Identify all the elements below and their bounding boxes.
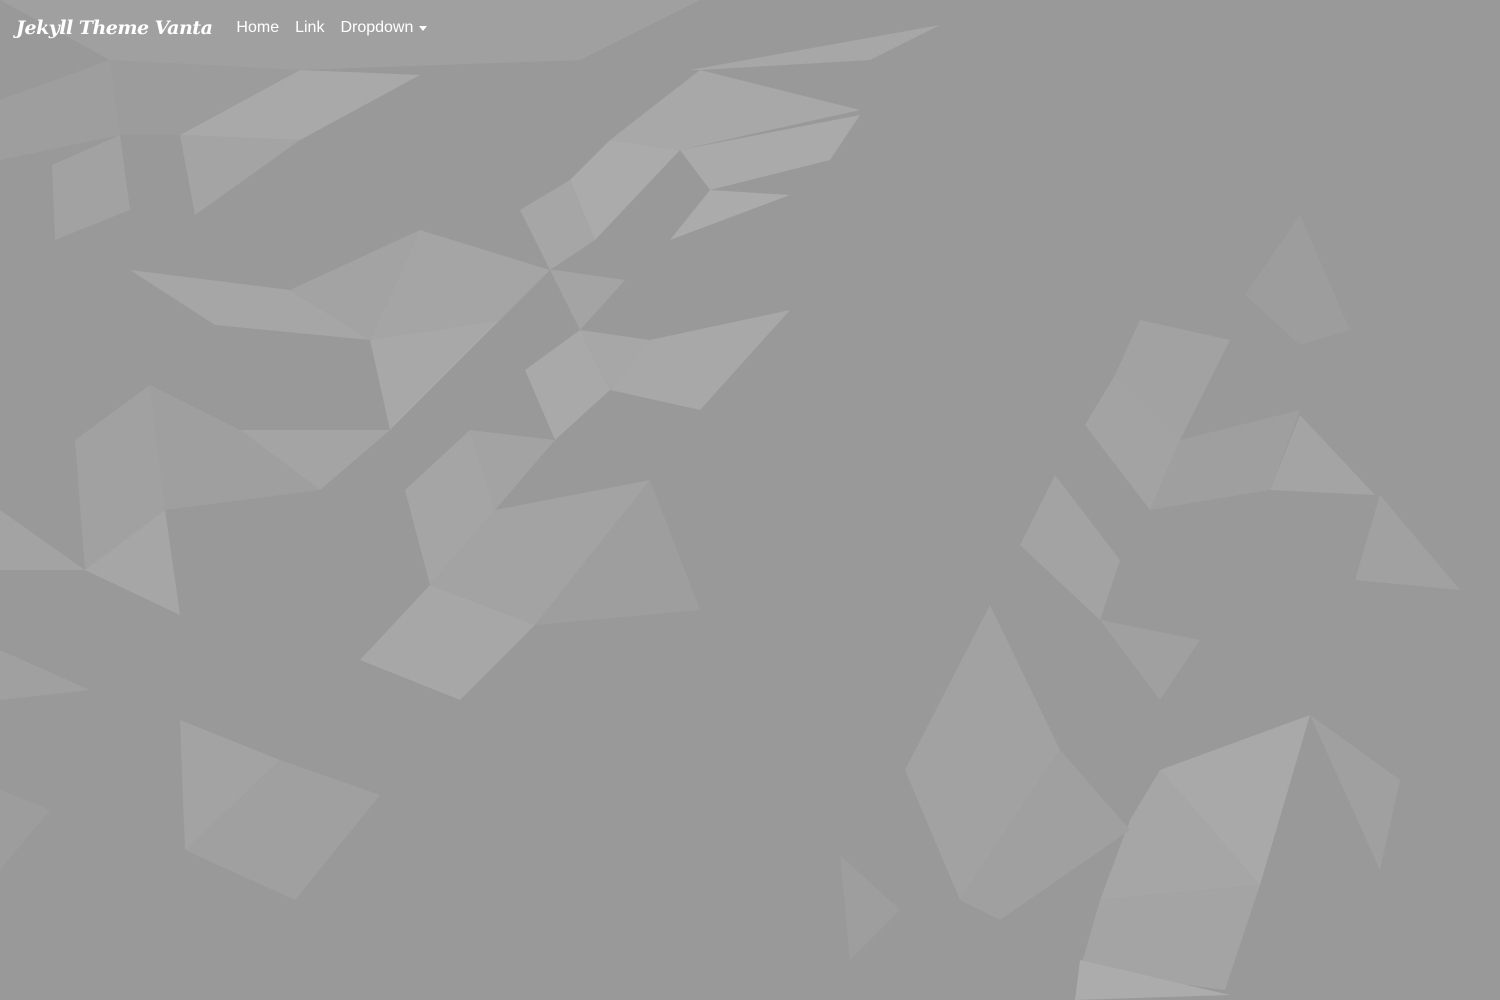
low-poly-background <box>0 0 1500 1000</box>
top-navbar: Jekyll Theme Vanta Home Link Dropdown <box>0 0 1500 56</box>
caret-down-icon <box>419 25 428 31</box>
nav-item-home: Home <box>228 11 287 45</box>
dropdown-label: Dropdown <box>340 19 414 36</box>
nav-link-home[interactable]: Home <box>228 11 287 45</box>
nav-link-link[interactable]: Link <box>287 11 332 45</box>
nav-item-link: Link <box>287 11 332 45</box>
brand-logo-link[interactable]: Jekyll Theme Vanta <box>16 17 213 39</box>
nav-menu: Home Link Dropdown <box>228 11 435 45</box>
page: Jekyll Theme Vanta Home Link Dropdown <box>0 0 1500 1000</box>
dropdown-toggle[interactable]: Dropdown <box>332 11 435 45</box>
nav-item-dropdown: Dropdown <box>332 11 435 45</box>
